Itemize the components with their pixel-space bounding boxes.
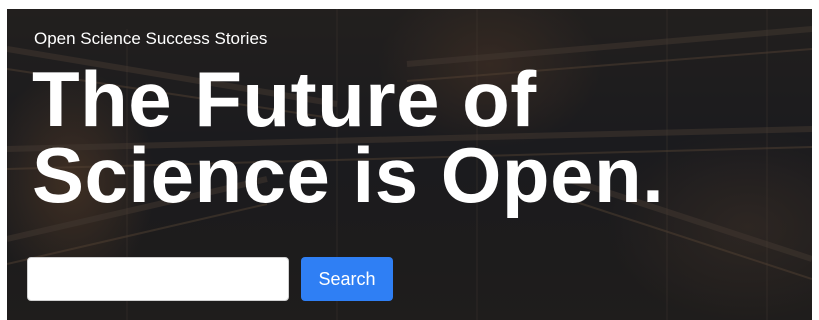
hero-headline-line-1: The Future of [32, 55, 537, 143]
hero-tagline: Open Science Success Stories [34, 29, 268, 48]
search-button[interactable]: Search [301, 257, 393, 301]
hero-headline-line-2: Science is Open. [32, 131, 665, 219]
search-input[interactable] [27, 257, 289, 301]
hero-headline: The Future of Science is Open. [32, 55, 802, 219]
